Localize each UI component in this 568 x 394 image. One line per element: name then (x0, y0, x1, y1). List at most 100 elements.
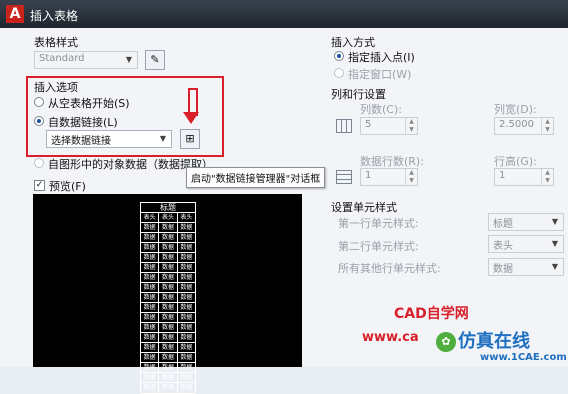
preview-data-cell: 数据 (141, 333, 160, 342)
table-style-select[interactable]: Standard ▼ (34, 51, 138, 69)
preview-table: 标题 表头 表头 表头 数据 数据 数据 数据 数据 数据 数据 数据 数据 数据 数据 数据 数据 数据 数据数… (140, 202, 196, 394)
spinner-arrows-icon: ▲ ▼ (541, 169, 553, 185)
window-title: 插入表格 (30, 9, 79, 23)
table-style-label: 表格样式 (34, 36, 78, 49)
preview-data-cell: 数据 (159, 223, 178, 232)
preview-data-cell: 数据 (159, 373, 178, 382)
rows-icon (336, 170, 352, 184)
preview-data-cell: 数据 (141, 383, 160, 393)
preview-data-cell: 数据 (159, 343, 178, 352)
autocad-logo-icon: A (6, 5, 24, 23)
preview-data-cell: 数据 (141, 343, 160, 352)
preview-data-row: 数据 数据 数据 (141, 313, 195, 323)
second-row-style-label: 第二行单元样式: (338, 240, 419, 253)
specify-window-label: 指定窗口(W) (348, 68, 412, 81)
preview-data-cell: 数据 (180, 234, 193, 241)
data-rows-value: 1 (365, 170, 372, 181)
spinner-arrows-icon: ▲ ▼ (541, 118, 553, 134)
other-rows-style-value: 数据 (493, 264, 513, 275)
specify-window-radio[interactable] (334, 68, 344, 78)
preview-data-cell: 数据 (180, 334, 193, 341)
preview-data-row: 数据 数据 数据 (141, 363, 195, 373)
preview-data-cell: 数据 (141, 353, 160, 362)
preview-data-cell: 数据 (141, 373, 160, 382)
data-rows-spinner[interactable]: 1 ▲ ▼ (360, 168, 418, 186)
preview-data-cell: 数据 (180, 384, 193, 391)
preview-header-cell: 表头 (180, 214, 193, 221)
preview-data-cell: 数据 (180, 314, 193, 321)
preview-label: 预览(F) (49, 180, 86, 193)
preview-data-cell: 数据 (159, 293, 178, 302)
preview-data-cell: 数据 (180, 374, 193, 381)
preview-data-cell: 数据 (180, 344, 193, 351)
other-rows-style-select[interactable]: 数据 ▼ (488, 258, 564, 276)
preview-header-row: 表头 表头 表头 (141, 213, 195, 223)
tooltip: 启动"数据链接管理器"对话框 (186, 167, 326, 188)
preview-data-cell: 数据 (180, 294, 193, 301)
preview-data-cell: 数据 (141, 293, 160, 302)
watermark-url: www.ca (362, 330, 419, 345)
column-width-spinner[interactable]: 2.5000 ▲ ▼ (494, 117, 554, 135)
preview-data-cell: 数据 (180, 244, 193, 251)
columns-value: 5 (365, 119, 372, 130)
columns-spinner[interactable]: 5 ▲ ▼ (360, 117, 418, 135)
watermark-brand-url: www.1CAE.com (480, 352, 567, 363)
specify-point-radio[interactable] (334, 51, 344, 61)
second-row-style-select[interactable]: 表头 ▼ (488, 235, 564, 253)
preview-data-cell: 数据 (141, 263, 160, 272)
columns-rows-label: 列和行设置 (331, 88, 386, 101)
preview-data-cell: 数据 (159, 363, 178, 372)
preview-data-cell: 数据 (141, 283, 160, 292)
watermark-brand: 仿真在线 (458, 331, 530, 352)
preview-data-cell: 数据 (141, 303, 160, 312)
preview-data-cell: 数据 (180, 324, 193, 331)
preview-data-cell: 数据 (141, 323, 160, 332)
preview-data-cell: 数据 (180, 304, 193, 311)
preview-data-cell: 数据 (141, 233, 160, 242)
preview-data-cell: 数据 (180, 264, 193, 271)
preview-data-cell: 数据 (141, 273, 160, 282)
preview-data-cell: 数据 (180, 364, 193, 371)
preview-pane: 标题 表头 表头 表头 数据 数据 数据 数据 数据 数据 数据 数据 数据 数据 数据 数据 数据 数据 数据数… (33, 194, 302, 394)
first-row-style-label: 第一行单元样式: (338, 217, 419, 230)
preview-data-cell: 数据 (159, 243, 178, 252)
preview-data-cell: 数据 (141, 313, 160, 322)
preview-data-cell: 数据 (141, 243, 160, 252)
preview-data-row: 数据 数据 数据 (141, 233, 195, 243)
first-row-style-select[interactable]: 标题 ▼ (488, 213, 564, 231)
preview-data-cell: 数据 (159, 233, 178, 242)
preview-data-cell: 数据 (159, 263, 178, 272)
preview-data-cell: 数据 (159, 283, 178, 292)
title-bar: A 插入表格 (0, 0, 568, 28)
preview-data-row: 数据 数据 数据 (141, 383, 195, 393)
wechat-logo-icon: ✿ (436, 332, 456, 352)
table-style-value: Standard (39, 53, 85, 64)
table-style-dialog-button[interactable]: ✎ (145, 50, 165, 70)
specify-point-label: 指定插入点(I) (348, 51, 415, 64)
column-width-value: 2.5000 (499, 119, 534, 130)
row-height-spinner[interactable]: 1 ▲ ▼ (494, 168, 554, 186)
row-height-value: 1 (499, 170, 506, 181)
column-width-label: 列宽(D): (494, 103, 537, 116)
preview-table-title: 标题 (141, 203, 195, 213)
preview-data-row: 数据 数据 数据 (141, 273, 195, 283)
preview-data-cell: 数据 (159, 313, 178, 322)
preview-data-row: 数据 数据 数据 (141, 323, 195, 333)
preview-data-cell: 数据 (159, 333, 178, 342)
preview-data-row: 数据 数据 数据 (141, 303, 195, 313)
chevron-down-icon: ▼ (551, 239, 559, 248)
data-rows-label: 数据行数(R): (360, 155, 424, 168)
spinner-arrows-icon: ▲ ▼ (405, 118, 417, 134)
from-drawing-radio[interactable] (34, 158, 44, 168)
preview-data-cell: 数据 (180, 274, 193, 281)
cell-styles-label: 设置单元样式 (331, 201, 397, 214)
arrow-down-icon (183, 88, 199, 124)
preview-data-row: 数据 数据 数据 (141, 373, 195, 383)
chevron-down-icon: ▼ (551, 262, 559, 271)
preview-data-row: 数据 数据 数据 (141, 223, 195, 233)
preview-data-cell: 数据 (180, 354, 193, 361)
chevron-down-icon: ▼ (551, 217, 559, 226)
preview-checkbox[interactable]: ✓ (34, 180, 45, 191)
from-drawing-label: 自图形中的对象数据（数据提取）(X) (48, 158, 208, 171)
preview-data-row: 数据 数据 数据 (141, 343, 195, 353)
